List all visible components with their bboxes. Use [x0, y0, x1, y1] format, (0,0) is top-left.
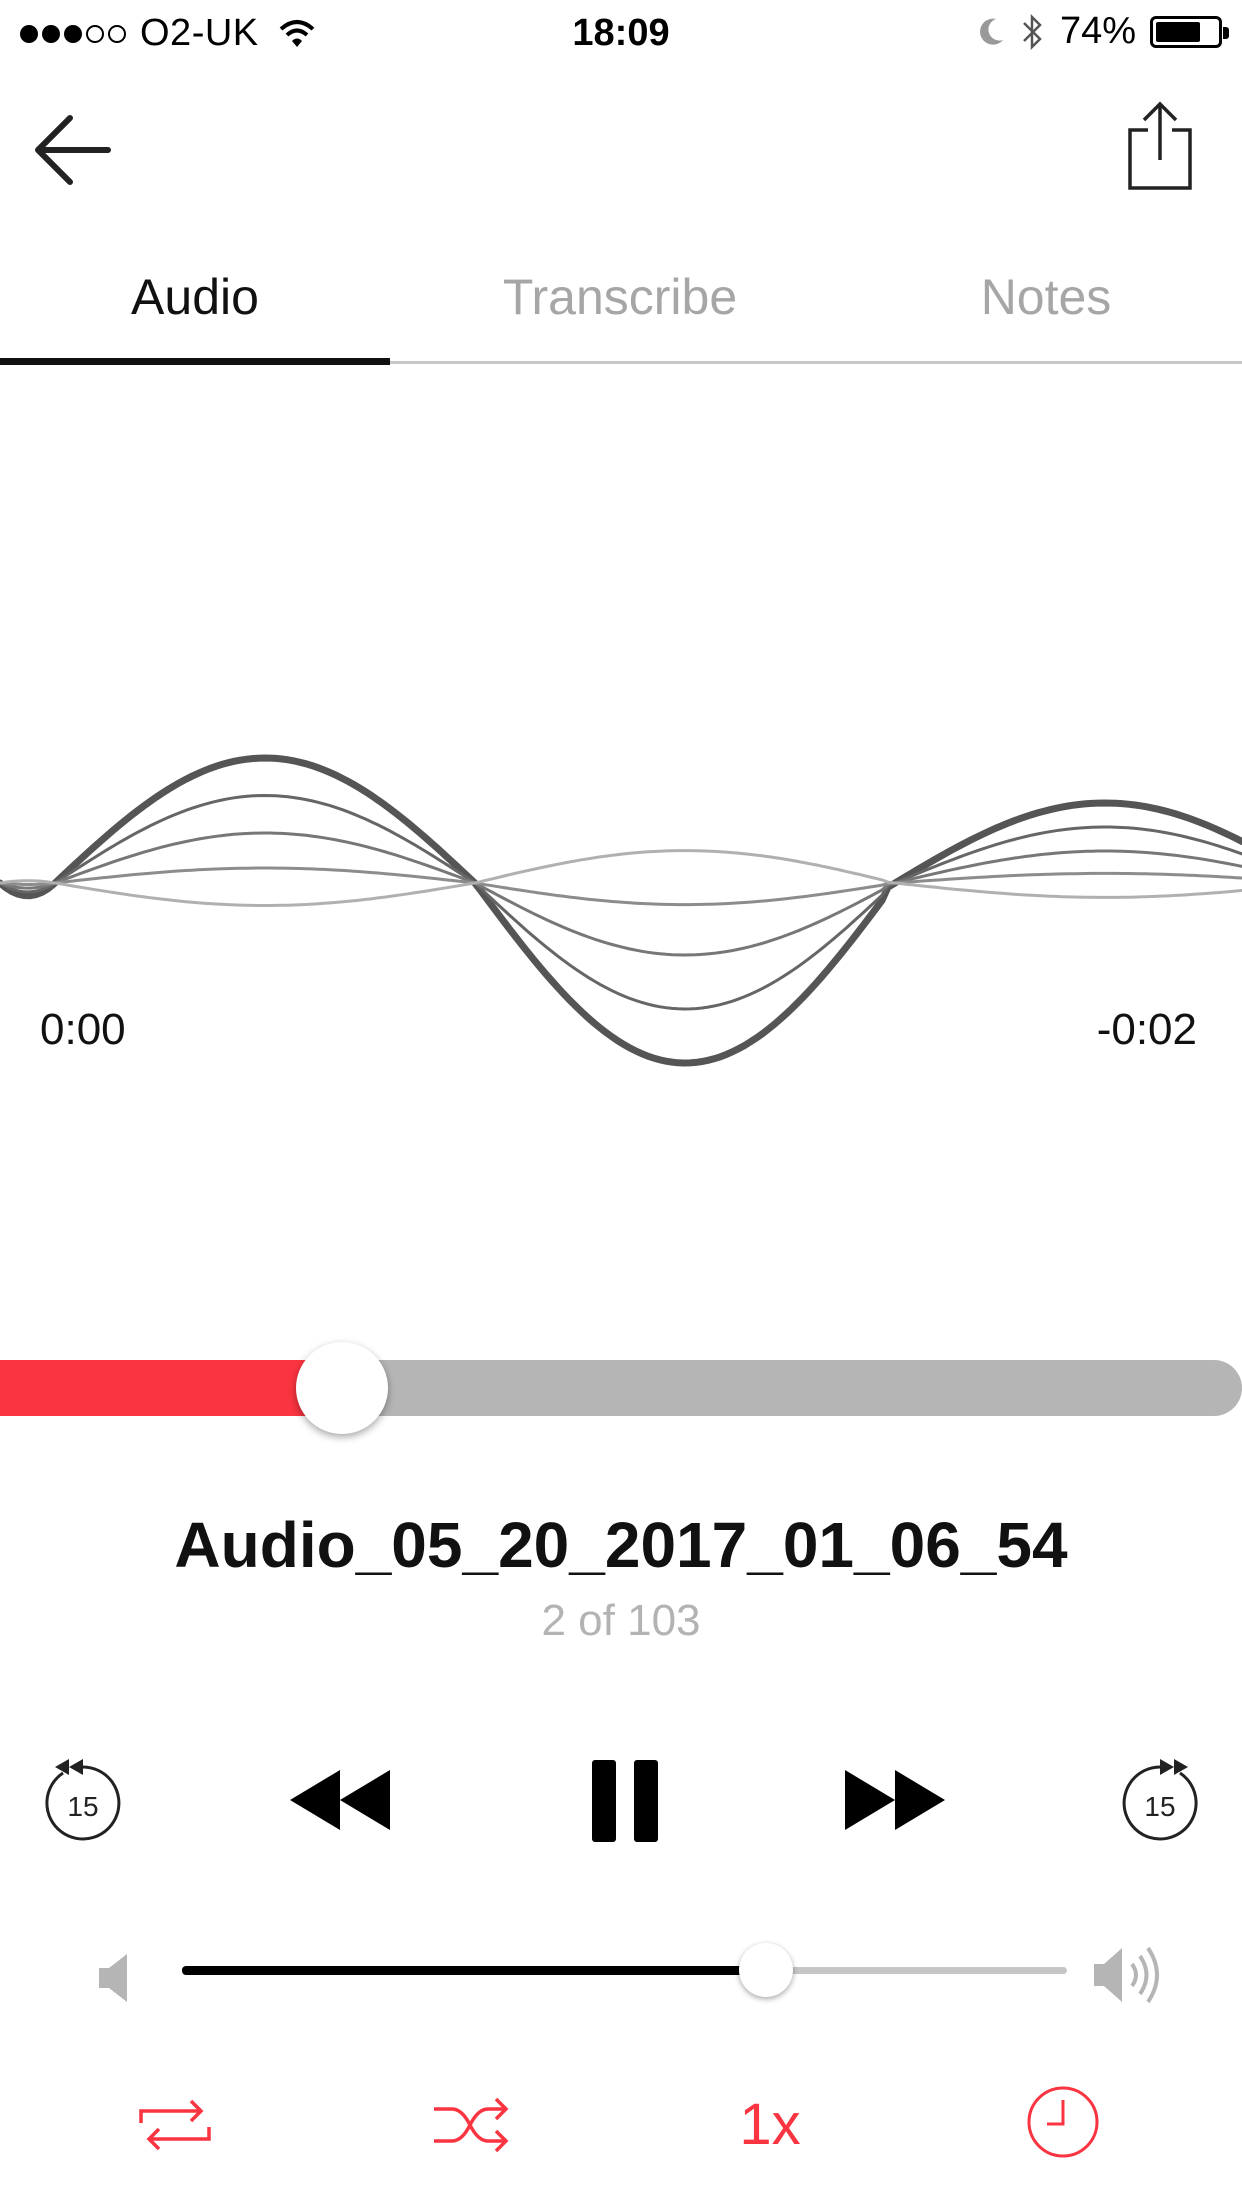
shuffle-icon[interactable]	[430, 2085, 515, 2165]
elapsed-time: 0:00	[40, 1005, 126, 1054]
progress-thumb[interactable]	[295, 1342, 388, 1434]
battery-percent: 74%	[1059, 10, 1136, 52]
waveform-curve	[0, 866, 1242, 907]
active-tab-indicator	[0, 358, 390, 365]
waveform-curve	[0, 831, 1242, 957]
volume-thumb[interactable]	[739, 1943, 794, 1997]
waveform-curve	[0, 849, 1242, 907]
skip-forward-seconds: 15	[1144, 1791, 1176, 1822]
repeat-icon[interactable]	[135, 2085, 215, 2165]
skip-back-seconds: 15	[67, 1791, 99, 1822]
remaining-time: -0:02	[1096, 1005, 1197, 1054]
share-icon[interactable]	[1120, 100, 1200, 195]
tab-notes[interactable]: Notes	[850, 262, 1242, 332]
battery-icon	[1150, 15, 1229, 48]
skip-back-15-button[interactable]: 15	[33, 1745, 133, 1855]
status-bar: O2-UK 18:09 74%	[0, 0, 1242, 68]
speaker-low-icon	[99, 1954, 127, 2002]
bluetooth-icon	[1023, 13, 1042, 50]
tab-audio[interactable]: Audio	[0, 262, 390, 332]
playback-speed-button[interactable]: 1x	[720, 2085, 820, 2165]
rewind-icon[interactable]	[285, 1760, 395, 1840]
status-right: 74%	[976, 10, 1229, 53]
arrow-left-icon[interactable]	[30, 110, 120, 190]
waveform-visualization	[0, 754, 1242, 1067]
track-title: Audio_05_20_2017_01_06_54	[174, 1509, 1068, 1581]
pause-icon[interactable]	[580, 1750, 670, 1850]
moon-icon	[979, 18, 1003, 45]
fast-forward-icon[interactable]	[840, 1760, 950, 1840]
tab-transcribe[interactable]: Transcribe	[390, 262, 850, 332]
waveform-curve	[0, 754, 1242, 1067]
sleep-timer-icon[interactable]	[1025, 2082, 1101, 2162]
progress-fill	[0, 1360, 342, 1416]
skip-forward-15-button[interactable]: 15	[1110, 1745, 1210, 1855]
track-position: 2 of 103	[541, 1596, 701, 1645]
speaker-high-icon	[1094, 1946, 1159, 2004]
volume-fill	[182, 1966, 767, 1975]
